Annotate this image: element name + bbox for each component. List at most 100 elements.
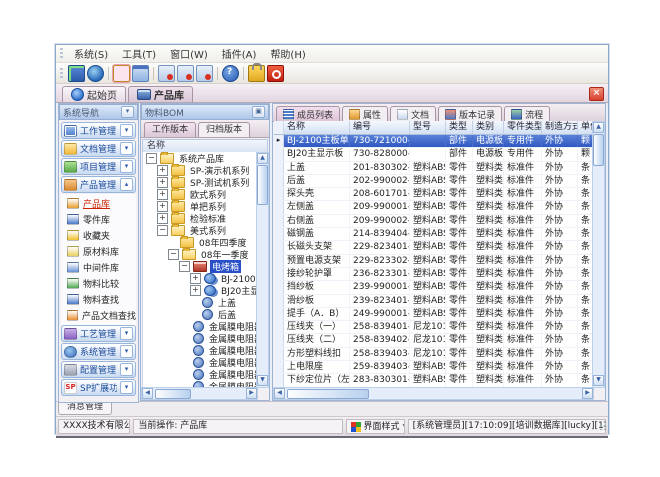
tree-node[interactable]: −美式系列 xyxy=(143,224,257,236)
tree-node[interactable]: 金属膜电阻器 xyxy=(143,356,257,368)
close-page-icon[interactable]: × xyxy=(589,87,604,101)
sidebar-item-物料比较[interactable]: 物料比较 xyxy=(67,275,136,291)
tree-node[interactable]: 金属膜电阻器 xyxy=(143,344,257,356)
tree-node[interactable]: +单把系列 xyxy=(143,200,257,212)
bom-tab-归档版本[interactable]: 归档版本 xyxy=(198,122,250,137)
table-row[interactable]: 上盖201-830302-00X塑料ABS零件塑料类标准件外协条 xyxy=(274,162,593,175)
page-tab-起始页[interactable]: 起始页 xyxy=(62,86,126,102)
table-row[interactable]: 滑纱板239-823401-00X塑料ABS零件塑料类标准件外协条 xyxy=(274,295,593,308)
lock-icon[interactable] xyxy=(248,65,265,82)
scroll-thumb[interactable] xyxy=(257,165,268,205)
menu-item[interactable]: 帮助(H) xyxy=(263,45,312,62)
expand-icon[interactable]: + xyxy=(157,177,168,188)
scroll-left-icon[interactable]: ◀ xyxy=(274,388,285,399)
expand-icon[interactable]: + xyxy=(190,285,201,296)
sidebar-item-产品文档查找[interactable]: 产品文档查找 xyxy=(67,307,136,323)
logout-icon[interactable] xyxy=(267,65,284,82)
column-header-零件类型[interactable]: 零件类型 xyxy=(504,121,542,134)
chevron-down-icon[interactable]: ▾ xyxy=(120,363,133,376)
table-row[interactable]: 挡纱板239-990001-01X塑料ABS零件塑料类标准件外协条 xyxy=(274,281,593,294)
tree-node[interactable]: +欧式系列 xyxy=(143,188,257,200)
tree-node[interactable]: +SP-测试机系列 xyxy=(143,176,257,188)
bom-tree-hscrollbar[interactable]: ◀ ▶ xyxy=(141,387,258,400)
table-row[interactable]: 磁钢盖214-839404-01X塑料ABS零件塑料类标准件外协条 xyxy=(274,228,593,241)
scroll-thumb[interactable] xyxy=(287,389,369,399)
sidebar-item-物料查找[interactable]: 物料查找 xyxy=(67,291,136,307)
column-header-类别[interactable]: 类别 xyxy=(473,121,504,134)
table-row[interactable]: 左侧盖209-990001-01X塑料ABS零件塑料类标准件外协条 xyxy=(274,201,593,214)
scroll-right-icon[interactable]: ▶ xyxy=(582,388,593,399)
column-header-型号[interactable]: 型号 xyxy=(410,121,446,134)
tree-node[interactable]: 金属膜电阻器 xyxy=(143,368,257,380)
message-management-tab[interactable]: 消息管理 xyxy=(58,402,112,415)
table-hscrollbar[interactable]: ◀ ▶ xyxy=(273,387,594,400)
tree-node[interactable]: −08年一季度 xyxy=(143,248,257,260)
bom-tree-vscrollbar[interactable]: ▲ ▼ xyxy=(256,152,269,388)
table-row[interactable]: 预置电源支架229-823302-00X塑料ABS零件塑料类标准件外协条 xyxy=(274,255,593,268)
collapse-icon[interactable]: − xyxy=(157,225,168,236)
sidebar-group-文档管理[interactable]: 文档管理▾ xyxy=(61,140,136,157)
close-window-icon[interactable] xyxy=(158,65,175,82)
chevron-down-icon[interactable]: ▾ xyxy=(120,327,133,340)
scroll-up-icon[interactable]: ▲ xyxy=(257,153,268,164)
sidebar-item-产品库[interactable]: 产品库 xyxy=(67,195,136,211)
tree-node[interactable]: −电烤箱 xyxy=(143,260,257,272)
scroll-down-icon[interactable]: ▼ xyxy=(593,375,604,386)
menu-item[interactable]: 窗口(W) xyxy=(163,45,215,62)
table-row[interactable]: 压线夹（二）258-839402-00X尼龙1010零件塑料类标准件外协条 xyxy=(274,334,593,347)
expand-icon[interactable]: + xyxy=(157,201,168,212)
chevron-down-icon[interactable]: ▾ xyxy=(120,345,133,358)
column-header-名称[interactable]: 名称 xyxy=(284,121,350,134)
expand-icon[interactable]: + xyxy=(157,213,168,224)
table-row[interactable]: ▸BJ-2100主板单点730-721000-12X部件电源板专用件外协颗 xyxy=(274,135,593,148)
table-row[interactable]: 接纱轮护罩236-823301-00X塑料ABS零件塑料类标准件外协条 xyxy=(274,268,593,281)
table-row[interactable]: 方形塑料线扣258-839403-00X尼龙1010零件塑料类标准件外协条 xyxy=(274,348,593,361)
tree-node[interactable]: −系统产品库 xyxy=(143,152,257,164)
sidebar-group-SP扩展功能[interactable]: SPSP扩展功能▾ xyxy=(61,379,136,396)
table-row[interactable]: 提手（A．B）249-990001-01X塑料ABS零件塑料类标准件外协条 xyxy=(274,308,593,321)
tab-成员列表[interactable]: 成员列表 xyxy=(276,106,340,121)
table-vscrollbar[interactable]: ▲ ▼ xyxy=(592,121,605,388)
ui-style-dropdown[interactable]: 界面样式 ▼ xyxy=(346,419,405,434)
collapse-icon[interactable]: − xyxy=(146,153,157,164)
help-icon[interactable] xyxy=(222,65,239,82)
resize-grip[interactable] xyxy=(597,420,607,430)
bom-pin-icon[interactable]: ▣ xyxy=(252,106,265,118)
table-row[interactable]: 下纱定位片（左）283-830301-00X塑料ABS零件塑料类标准件外协条 xyxy=(274,374,593,387)
tab-文档[interactable]: 文档 xyxy=(390,106,436,121)
sidebar-item-收藏夹[interactable]: 收藏夹 xyxy=(67,227,136,243)
scroll-right-icon[interactable]: ▶ xyxy=(246,388,257,399)
sidebar-group-配置管理[interactable]: 配置管理▾ xyxy=(61,361,136,378)
column-header-单位[interactable]: 单位 xyxy=(578,121,593,134)
table-row[interactable]: 右侧盖209-990002-01X塑料ABS零件塑料类标准件外协条 xyxy=(274,215,593,228)
tree-node[interactable]: +检验标准 xyxy=(143,212,257,224)
sidebar-group-项目管理[interactable]: 项目管理▾ xyxy=(61,158,136,175)
tab-流程[interactable]: 流程 xyxy=(504,106,550,121)
expand-icon[interactable]: + xyxy=(157,165,168,176)
table-row[interactable]: 上电限座259-839403-00X塑料ABS零件塑料类标准件外协条 xyxy=(274,361,593,374)
scroll-left-icon[interactable]: ◀ xyxy=(142,388,153,399)
scroll-down-icon[interactable]: ▼ xyxy=(257,375,268,386)
scroll-thumb[interactable] xyxy=(593,134,604,166)
sidebar-header-button[interactable]: ▾ xyxy=(121,106,134,118)
chevron-up-icon[interactable]: ▴ xyxy=(120,178,133,191)
window-badge2-icon[interactable] xyxy=(196,65,213,82)
sidebar-group-产品管理[interactable]: 产品管理▴ xyxy=(61,176,136,193)
collapse-icon[interactable]: − xyxy=(168,249,179,260)
tree-node[interactable]: 上盖 xyxy=(143,296,257,308)
chevron-down-icon[interactable]: ▾ xyxy=(120,160,133,173)
table-row[interactable]: 后盖202-990002-01X塑料ABS零件塑料类标准件外协条 xyxy=(274,175,593,188)
expand-icon[interactable]: + xyxy=(190,273,201,284)
tree-node[interactable]: 金属膜电阻器 xyxy=(143,332,257,344)
chevron-down-icon[interactable]: ▾ xyxy=(120,142,133,155)
sidebar-group-工作管理[interactable]: 工作管理▾ xyxy=(61,122,136,139)
table-row[interactable]: 长磁头支架229-823401-00X塑料ABS零件塑料类标准件外协条 xyxy=(274,241,593,254)
tree-node[interactable]: 后盖 xyxy=(143,308,257,320)
chevron-down-icon[interactable]: ▾ xyxy=(120,381,133,394)
column-header-编号[interactable]: 编号 xyxy=(350,121,410,134)
bom-tab-工作版本[interactable]: 工作版本 xyxy=(144,122,196,137)
tree-node[interactable]: 金属膜电阻器 xyxy=(143,320,257,332)
sidebar-item-中间件库[interactable]: 中间件库 xyxy=(67,259,136,275)
open-folder-icon[interactable] xyxy=(113,65,130,82)
page-tab-产品库[interactable]: 产品库 xyxy=(128,86,193,102)
